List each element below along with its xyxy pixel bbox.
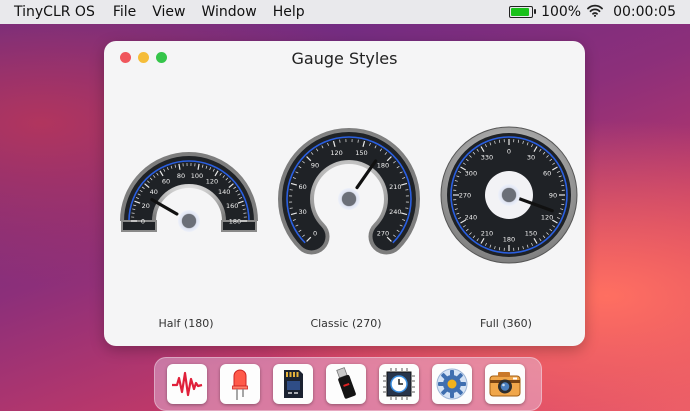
settings-gear-icon (436, 368, 468, 400)
battery-icon (509, 6, 537, 18)
full-gauge-label: Full (360) (480, 317, 532, 330)
tick-label: 20 (142, 202, 150, 210)
tick-label: 180 (503, 236, 515, 244)
gauge-hub-center (182, 214, 196, 228)
gauge-hub-center (502, 188, 516, 202)
gauge-foot-left (121, 220, 157, 232)
tick-label: 160 (226, 202, 238, 210)
camera-icon (489, 372, 521, 397)
tick-label: 40 (150, 188, 158, 196)
tick-label: 120 (541, 214, 553, 222)
tick-label: 140 (218, 188, 230, 196)
clock-chip-icon (383, 368, 415, 400)
menu-view[interactable]: View (152, 4, 185, 20)
tick-label: 60 (162, 178, 170, 186)
usb-drive-icon (336, 367, 356, 399)
battery-level (511, 8, 530, 16)
waveform-icon (172, 371, 203, 397)
tick-label: 240 (389, 208, 401, 216)
classic-gauge: 0 30 60 90 120 150 180 210 240 270 (278, 128, 420, 255)
tick-label: 270 (377, 229, 389, 237)
tick-label: 180 (229, 218, 241, 226)
clock-chip-app[interactable] (379, 364, 419, 404)
sd-card-app[interactable] (273, 364, 313, 404)
usb-drive-app[interactable] (326, 364, 366, 404)
classic-gauge-label: Classic (270) (310, 317, 382, 330)
tick-label: 0 (507, 148, 511, 156)
tick-label: 150 (355, 149, 367, 157)
settings-app[interactable] (432, 364, 472, 404)
clock: 00:00:05 (613, 4, 676, 20)
dock (154, 357, 542, 411)
tick-label: 90 (549, 192, 557, 200)
led-icon (232, 369, 248, 400)
tick-label: 0 (313, 229, 317, 237)
menu-help[interactable]: Help (273, 4, 305, 20)
tick-label: 100 (191, 172, 203, 180)
window-title: Gauge Styles (291, 49, 398, 68)
tick-label: 90 (311, 162, 319, 170)
menu-window[interactable]: Window (202, 4, 257, 20)
tick-label: 30 (527, 153, 535, 161)
battery-percent: 100% (541, 4, 582, 20)
wifi-icon (587, 4, 604, 21)
tick-label: 270 (459, 192, 471, 200)
menu-file[interactable]: File (113, 4, 136, 20)
tick-label: 180 (377, 162, 389, 170)
tick-label: 150 (525, 230, 537, 238)
tick-label: 120 (206, 178, 218, 186)
half-gauge-label: Half (180) (158, 317, 214, 330)
gauge-styles-window: Gauge Styles 0 20 40 60 80 100 120 140 160 180 Ha… (104, 41, 585, 346)
tick-label: 120 (330, 149, 342, 157)
camera-app[interactable] (485, 364, 525, 404)
led-app[interactable] (220, 364, 260, 404)
tick-label: 330 (481, 153, 493, 161)
tick-label: 210 (389, 183, 401, 191)
menu-bar: TinyCLR OS File View Window Help 100% 00… (0, 0, 690, 24)
app-menu[interactable]: TinyCLR OS (14, 4, 95, 20)
tick-label: 60 (543, 170, 551, 178)
tick-label: 30 (298, 208, 306, 216)
full-gauge: 0 30 60 90 120 150 180 210 240 270 300 330 (440, 126, 578, 264)
tick-label: 80 (177, 172, 185, 180)
tick-label: 60 (298, 183, 306, 191)
tick-label: 0 (141, 218, 145, 226)
sd-card-icon (284, 370, 303, 398)
half-gauge: 0 2040 60 80 100120140 160 180 (120, 152, 258, 232)
waveform-app[interactable] (167, 364, 207, 404)
tick-label: 210 (481, 230, 493, 238)
gauge-hub-center (342, 192, 356, 206)
tick-label: 240 (465, 214, 477, 222)
tick-label: 300 (465, 170, 477, 178)
